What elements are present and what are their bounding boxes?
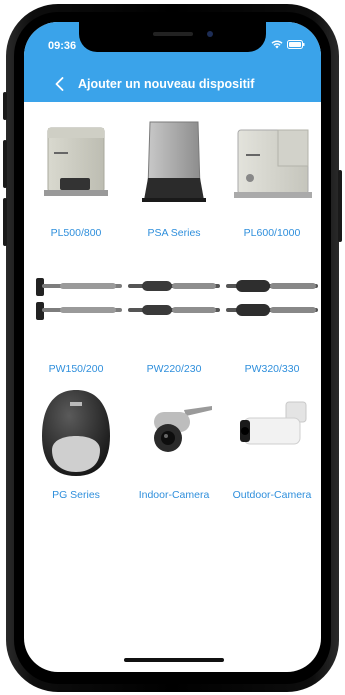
swing-gate-arm-pw220-icon [128,281,220,315]
wifi-icon [271,40,283,49]
device-pw320-330[interactable]: PW320/330 [226,258,318,380]
device-indoor-camera[interactable]: Indoor-Camera [128,380,220,510]
phone-screen: 09:36 Ajouter un nouveau dispositif PL50… [24,22,321,672]
device-label: PW220/230 [146,363,202,375]
device-label: Outdoor-Camera [232,489,312,501]
device-psa-series[interactable]: PSA Series [128,108,220,258]
camera-notch [79,22,266,52]
device-label: PL500/800 [50,227,102,239]
outdoor-camera-icon [240,401,307,445]
status-time: 09:36 [48,40,77,52]
volume-down-button [3,198,7,246]
device-label: PG Series [52,489,100,501]
device-pg-series[interactable]: PG Series [30,380,122,510]
back-button[interactable] [44,70,74,98]
speaker-grille [153,32,193,36]
device-label: Indoor-Camera [138,489,210,501]
swing-gate-arm-pw150-icon [36,278,122,320]
mute-switch [3,92,7,120]
device-label: PSA Series [147,227,201,239]
sliding-gate-motor-pl600-icon [234,129,312,198]
sliding-gate-motor-psa-icon [142,121,206,202]
page-title: Ajouter un nouveau dispositif [78,77,255,91]
chevron-left-icon [55,77,63,91]
battery-icon [287,40,305,49]
device-pl600-1000[interactable]: PL600/1000 [226,108,318,258]
sliding-gate-motor-pl500-icon [44,127,108,196]
swing-gate-arm-pw320-icon [226,280,318,316]
app-header: 09:36 Ajouter un nouveau dispositif [24,22,321,102]
volume-up-button [3,140,7,188]
device-label: PW150/200 [48,363,104,375]
status-icons [271,40,305,49]
device-pw150-200[interactable]: PW150/200 [30,258,122,380]
home-indicator[interactable] [124,658,224,662]
device-pw220-230[interactable]: PW220/230 [128,258,220,380]
indoor-camera-icon [154,406,212,452]
device-outdoor-camera[interactable]: Outdoor-Camera [226,380,318,510]
nav-bar: Ajouter un nouveau dispositif [24,70,321,98]
front-camera [207,31,213,37]
garage-opener-pg-icon [42,390,110,476]
device-pl500-800[interactable]: PL500/800 [30,108,122,258]
device-label: PL600/1000 [243,227,301,239]
device-label: PW320/330 [244,363,300,375]
power-button [338,170,342,242]
